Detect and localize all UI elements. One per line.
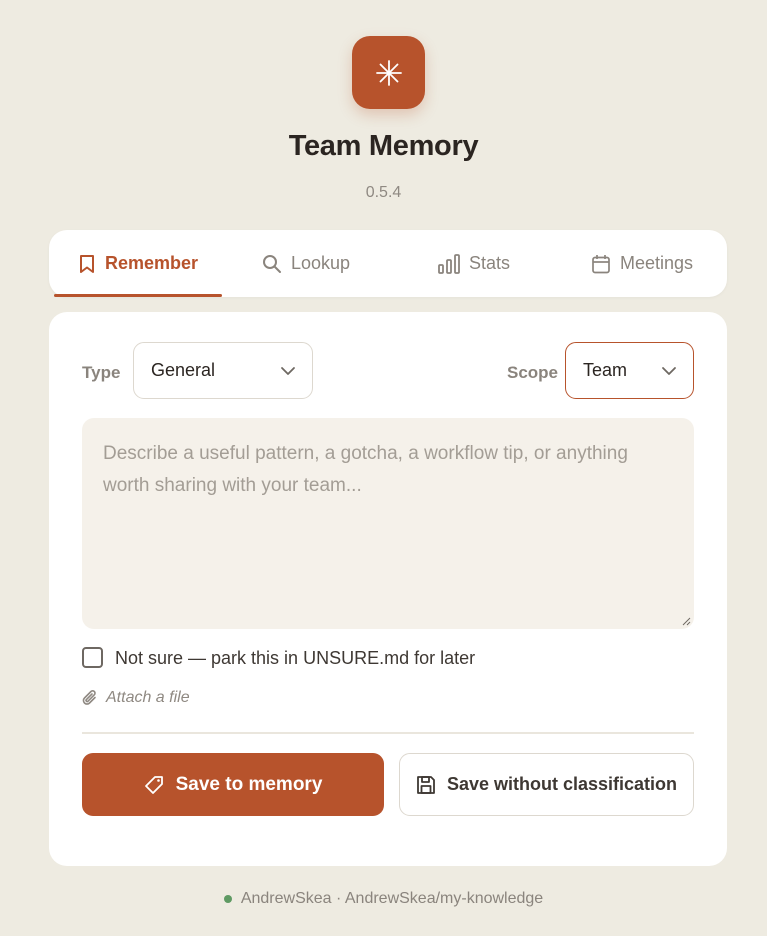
- tab-label: Stats: [468, 253, 511, 273]
- tab-remember[interactable]: Remember: [54, 230, 222, 297]
- scope-select-value: Team: [583, 360, 628, 380]
- tab-bar: Remember Lookup Stats Meetings: [49, 230, 727, 297]
- tab-lookup[interactable]: Lookup: [222, 230, 390, 297]
- save-without-classification-button[interactable]: Save without classification: [399, 753, 694, 816]
- chevron-down-icon: [662, 367, 676, 375]
- app-version: 0.5.4: [365, 184, 402, 201]
- unsure-checkbox[interactable]: [82, 647, 103, 668]
- attach-file-label: Attach a file: [106, 689, 190, 706]
- tab-label: Meetings: [619, 253, 694, 273]
- tab-stats[interactable]: Stats: [390, 230, 558, 297]
- remember-form-card: Type General Scope Team Describe a usefu…: [49, 312, 727, 866]
- paperclip-icon: [82, 690, 96, 705]
- unsure-checkbox-label[interactable]: Not sure — park this in UNSURE.md for la…: [115, 648, 475, 669]
- app-icon: [352, 36, 425, 109]
- asterisk-icon: [375, 59, 402, 86]
- scope-label: Scope: [507, 363, 559, 382]
- calendar-icon: [591, 254, 611, 274]
- tab-meetings[interactable]: Meetings: [558, 230, 726, 297]
- memory-note-textarea[interactable]: Describe a useful pattern, a gotcha, a w…: [82, 418, 694, 629]
- save-to-memory-button[interactable]: Save to memory: [82, 753, 384, 816]
- tab-label: Remember: [104, 253, 199, 273]
- type-select[interactable]: General: [133, 342, 313, 399]
- search-icon: [262, 254, 282, 274]
- active-tab-indicator: [54, 294, 222, 297]
- save-without-classification-label: Save without classification: [446, 774, 678, 794]
- floppy-disk-icon: [417, 775, 435, 794]
- resize-grip-icon[interactable]: [681, 616, 691, 626]
- footer-status: AndrewSkea · AndrewSkea/my-knowledge: [0, 890, 767, 908]
- form-divider: [82, 732, 694, 734]
- tag-icon: [144, 775, 163, 794]
- save-to-memory-label: Save to memory: [175, 773, 323, 795]
- chevron-down-icon: [281, 367, 295, 375]
- type-select-value: General: [151, 360, 216, 380]
- footer-repo-text: AndrewSkea · AndrewSkea/my-knowledge: [240, 890, 544, 907]
- connection-status-dot: [223, 895, 232, 903]
- bookmark-icon: [78, 254, 96, 274]
- scope-select[interactable]: Team: [565, 342, 694, 399]
- tab-label: Lookup: [290, 253, 351, 273]
- textarea-placeholder: Describe a useful pattern, a gotcha, a w…: [103, 443, 628, 496]
- app-title: Team Memory: [288, 130, 479, 162]
- bar-chart-icon: [438, 253, 460, 274]
- type-label: Type: [82, 363, 121, 382]
- attach-file-link[interactable]: Attach a file: [82, 689, 190, 707]
